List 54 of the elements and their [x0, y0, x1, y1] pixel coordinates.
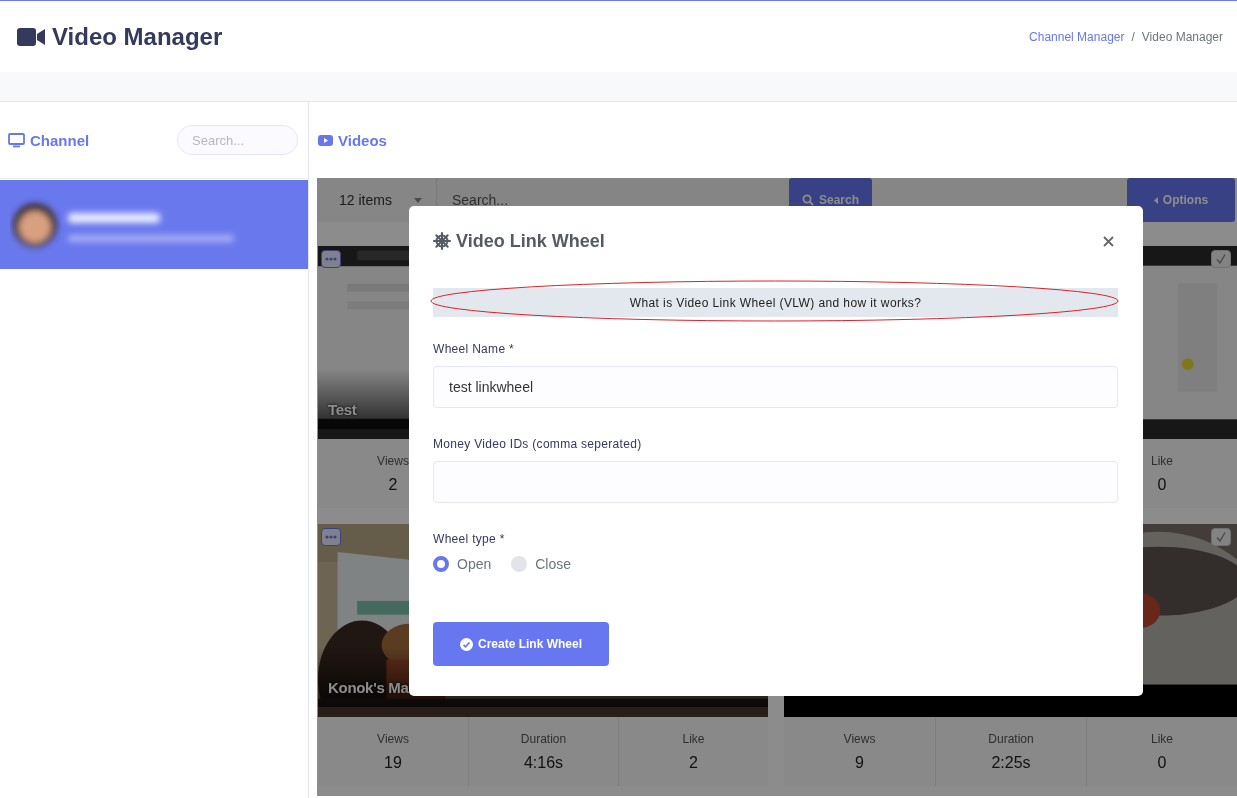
check-icon — [1215, 531, 1227, 543]
video-camera-icon — [17, 27, 45, 46]
stat-label: Views — [843, 731, 876, 746]
stat-value: 2:25s — [991, 753, 1031, 772]
select-checkbox[interactable] — [1211, 528, 1231, 546]
stat-label: Duration — [988, 731, 1034, 746]
stat-label: Like — [682, 731, 705, 746]
input-field[interactable]: test linkwheel — [433, 366, 1118, 408]
videos-heading: Videos — [338, 131, 387, 149]
ship-wheel-icon — [433, 232, 451, 250]
caret-left-icon — [1153, 196, 1158, 204]
info-banner[interactable]: What is Video Link Wheel (VLW) and how it works? — [433, 288, 1118, 317]
field-label: Wheel Name * — [433, 342, 515, 356]
channel-heading: Channel — [30, 131, 90, 149]
check-circle-icon — [460, 637, 473, 651]
more-button[interactable] — [321, 528, 341, 546]
stat-value: 4:16s — [523, 753, 564, 772]
stat-value: 9 — [855, 753, 864, 772]
create-link-wheel-button[interactable]: Create Link Wheel — [433, 622, 609, 666]
more-icon — [325, 535, 337, 539]
stat-value: 2 — [689, 753, 698, 772]
stat-label: Like — [1151, 731, 1173, 746]
field-label: Wheel type * — [433, 532, 506, 546]
field-label: Money Video IDs (comma seperated) — [433, 437, 643, 451]
stat-label: Duration — [520, 731, 567, 746]
breadcrumb-current: Video Manager — [1141, 29, 1223, 44]
breadcrumb-separator: / — [1131, 29, 1135, 44]
stat-value: 0 — [1157, 475, 1167, 494]
check-icon — [1215, 253, 1227, 265]
caret-down-icon — [414, 197, 422, 203]
input-field[interactable] — [433, 461, 1118, 503]
options-button[interactable]: Options — [1127, 178, 1235, 222]
more-button[interactable] — [321, 250, 341, 268]
stat-value: 2 — [388, 475, 398, 494]
more-icon — [325, 257, 337, 261]
radio-option[interactable]: Open — [433, 556, 492, 572]
page-title: Video Manager — [52, 22, 223, 51]
radio-option[interactable]: Close — [511, 556, 572, 572]
modal-title: Video Link Wheel — [456, 230, 605, 252]
stat-value: 19 — [384, 753, 402, 772]
page-size-select[interactable]: 12 items — [317, 178, 437, 222]
close-icon — [1103, 235, 1114, 247]
stat-label: Like — [1151, 453, 1173, 468]
breadcrumb-link[interactable]: Channel Manager — [1029, 29, 1125, 44]
video-title: Konok's Ma — [328, 679, 409, 696]
stat-value: 0 — [1157, 753, 1167, 772]
select-checkbox[interactable] — [1211, 250, 1231, 268]
stat-label: Views — [377, 453, 409, 468]
channel-item[interactable] — [0, 180, 308, 269]
monitor-icon — [8, 132, 25, 148]
stat-label: Views — [377, 731, 409, 746]
video-title: Test — [328, 401, 357, 418]
play-icon — [318, 134, 333, 146]
channel-search-field[interactable]: Search... — [177, 125, 298, 155]
